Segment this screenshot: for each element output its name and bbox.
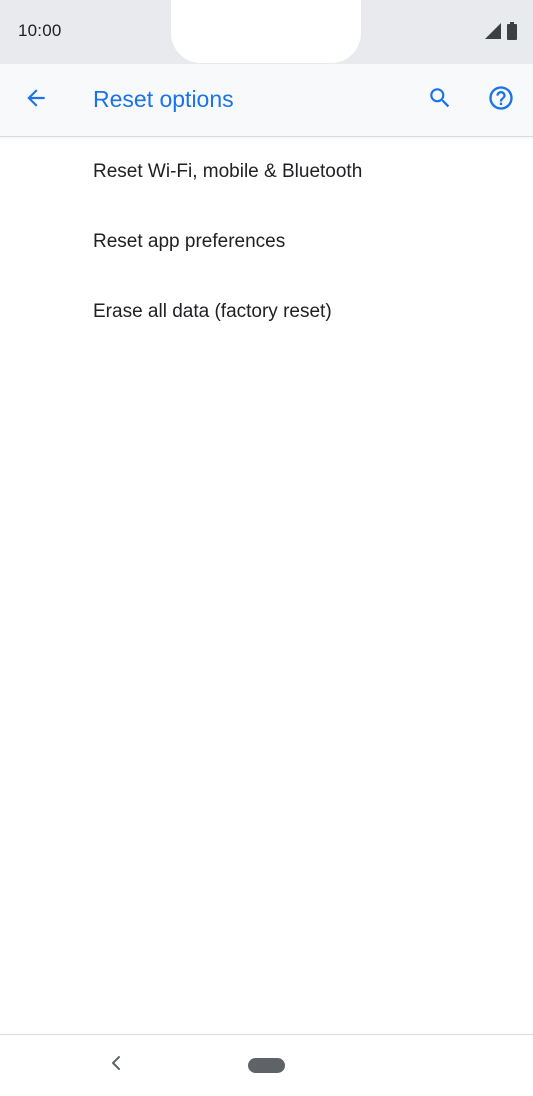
- status-icons: [485, 22, 517, 45]
- nav-back-button[interactable]: [100, 1049, 132, 1081]
- option-factory-reset[interactable]: Erase all data (factory reset): [0, 277, 533, 347]
- option-reset-network[interactable]: Reset Wi-Fi, mobile & Bluetooth: [0, 137, 533, 207]
- page-title: Reset options: [93, 86, 234, 112]
- status-bar: 10:00: [0, 0, 533, 64]
- option-label: Reset app preferences: [93, 231, 286, 252]
- display-notch: [171, 0, 361, 63]
- nav-home-pill[interactable]: [248, 1058, 285, 1073]
- option-label: Erase all data (factory reset): [93, 301, 332, 322]
- search-icon: [427, 85, 453, 116]
- reset-options-list: Reset Wi-Fi, mobile & Bluetooth Reset ap…: [0, 137, 533, 347]
- navigation-bar: [0, 1034, 533, 1096]
- back-button[interactable]: [12, 76, 60, 124]
- signal-icon: [485, 23, 501, 44]
- screen: 10:00 Reset options Reset Wi-Fi, mobile …: [0, 0, 533, 1096]
- app-bar: Reset options: [0, 64, 533, 137]
- arrow-back-icon: [23, 85, 49, 116]
- chevron-left-icon: [109, 1055, 123, 1076]
- help-circle-icon: [487, 84, 515, 117]
- status-time: 10:00: [18, 21, 62, 40]
- option-reset-app-preferences[interactable]: Reset app preferences: [0, 207, 533, 277]
- option-label: Reset Wi-Fi, mobile & Bluetooth: [93, 161, 363, 182]
- search-button[interactable]: [416, 76, 464, 124]
- help-button[interactable]: [477, 76, 525, 124]
- battery-icon: [507, 22, 517, 45]
